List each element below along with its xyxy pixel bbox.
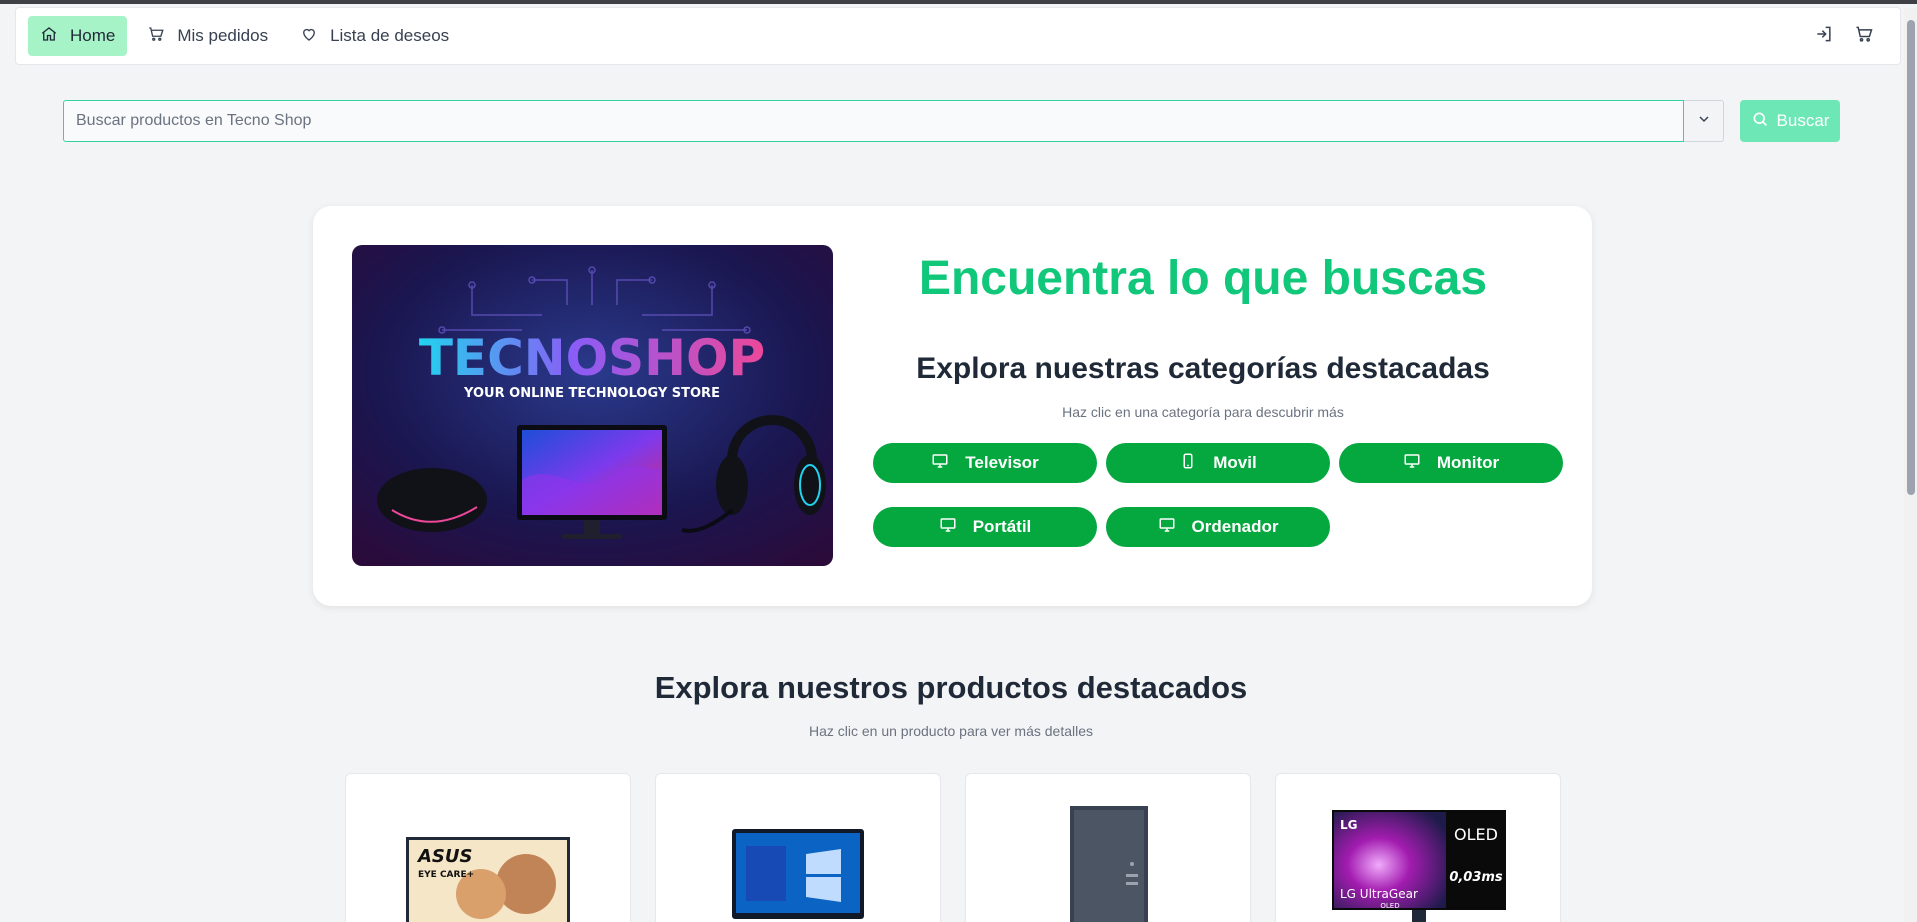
product-card[interactable]: ASUS EYE CARE+ (345, 773, 631, 922)
card-brand-text: ASUS (416, 846, 472, 867)
smartphone-icon (1179, 452, 1197, 475)
search-input[interactable] (63, 100, 1684, 142)
nav-orders-label: Mis pedidos (177, 26, 269, 45)
product-image: LG OLED 0,03ms LG UltraGear OLED (1332, 810, 1506, 922)
card-spec-text: 0,03ms (1449, 870, 1503, 885)
card-model-text: LG UltraGear (1340, 887, 1418, 901)
category-label: Ordenador (1191, 517, 1279, 536)
banner-tagline-text: YOUR ONLINE TECHNOLOGY STORE (463, 386, 720, 401)
search-icon (1751, 110, 1769, 133)
product-card[interactable]: LG OLED 0,03ms LG UltraGear OLED (1275, 773, 1561, 922)
category-button-movil[interactable]: Movil (1106, 443, 1330, 483)
products-section-hint: Haz clic en un producto para ver más det… (808, 723, 1094, 739)
nav-home-label: Home (70, 26, 116, 45)
category-label: Movil (1213, 453, 1257, 472)
heart-icon (300, 25, 318, 48)
card-badge-text: EYE CARE+ (418, 870, 474, 880)
monitor-icon (939, 516, 957, 539)
window-top-edge (0, 0, 1917, 4)
categories-subtitle: Explora nuestras categorías destacadas (916, 352, 1490, 385)
page-scrollbar[interactable] (1904, 8, 1917, 922)
login-icon[interactable] (1814, 24, 1834, 49)
product-card[interactable] (965, 773, 1251, 922)
category-button-televisor[interactable]: Televisor (873, 443, 1097, 483)
category-label: Monitor (1436, 453, 1500, 472)
monitor-icon (931, 452, 949, 475)
search-bar (63, 100, 1840, 142)
nav-wishlist[interactable]: Lista de deseos (288, 16, 461, 56)
category-button-ordenador[interactable]: Ordenador (1106, 507, 1330, 547)
hero-panel: TECNOSHOP YOUR ONLINE TECHNOLOGY STORE E… (313, 206, 1592, 606)
product-image (1070, 806, 1148, 922)
card-subtext: OLED (1380, 902, 1399, 910)
category-button-monitor[interactable]: Monitor (1339, 443, 1563, 483)
banner-brand-text: TECNOSHOP (419, 329, 765, 387)
product-image (732, 829, 864, 919)
hero-title: Encuentra lo que buscas (918, 252, 1488, 305)
search-button[interactable]: Buscar (1740, 100, 1840, 142)
search-dropdown[interactable] (1684, 100, 1724, 142)
chevron-down-icon (1696, 111, 1712, 132)
search-button-label: Buscar (1776, 111, 1830, 130)
monitor-icon (1158, 516, 1176, 539)
nav-orders[interactable]: Mis pedidos (135, 16, 280, 56)
products-section-title: Explora nuestros productos destacados (654, 670, 1248, 705)
home-icon (40, 25, 58, 48)
nav-right-actions (1814, 24, 1888, 49)
card-brand-text: LG (1340, 818, 1358, 832)
monitor-icon (1403, 452, 1421, 475)
nav-home[interactable]: Home (28, 16, 128, 56)
card-badge-text: OLED (1454, 825, 1498, 844)
category-label: Portátil (972, 517, 1032, 536)
scrollbar-thumb[interactable] (1907, 20, 1915, 495)
category-label: Televisor (965, 453, 1039, 472)
nav-wishlist-label: Lista de deseos (330, 26, 450, 45)
top-navbar: Home Mis pedidos Lista de deseos (15, 7, 1901, 65)
product-card[interactable] (655, 773, 941, 922)
cart-icon (147, 25, 165, 48)
cart-icon[interactable] (1854, 24, 1874, 49)
category-button-portatil[interactable]: Portátil (873, 507, 1097, 547)
product-image: ASUS EYE CARE+ (406, 837, 570, 922)
categories-hint: Haz clic en una categoría para descubrir… (1062, 404, 1344, 420)
hero-banner-image: TECNOSHOP YOUR ONLINE TECHNOLOGY STORE (352, 245, 833, 566)
